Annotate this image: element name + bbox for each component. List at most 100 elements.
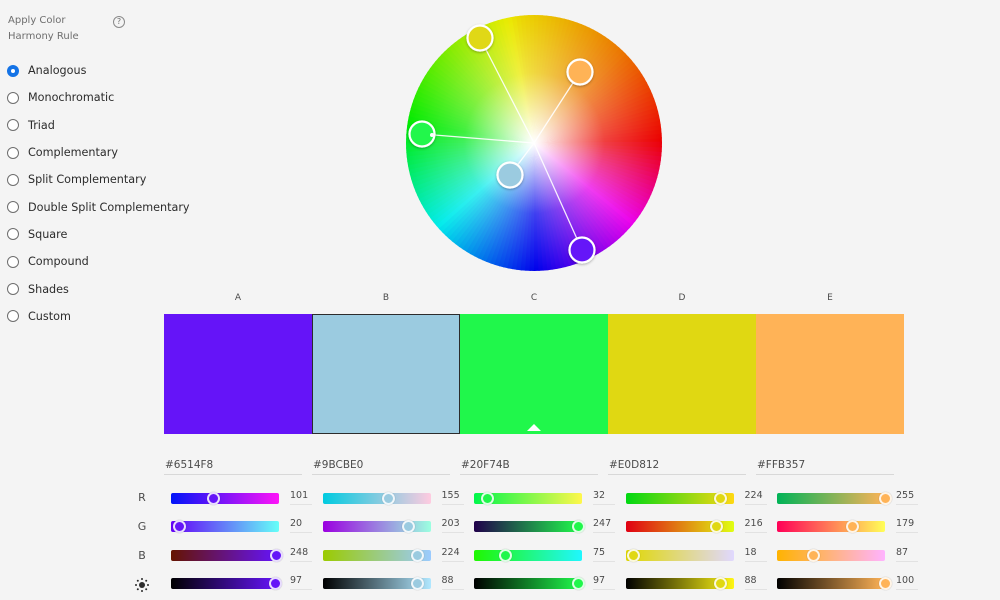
slider-track[interactable] <box>171 548 283 562</box>
slider-track[interactable] <box>474 520 586 534</box>
slider-value[interactable]: 88 <box>441 575 464 590</box>
slider-value[interactable]: 97 <box>593 575 615 590</box>
radio-unchecked[interactable] <box>7 173 19 186</box>
slider-track[interactable] <box>474 576 586 590</box>
slider-value[interactable]: 100 <box>896 575 918 590</box>
slider-thumb[interactable] <box>846 520 860 534</box>
swatch-c[interactable] <box>460 314 608 434</box>
slider-thumb[interactable] <box>269 548 283 562</box>
rule-option-shades[interactable]: Shades <box>7 275 190 302</box>
slider-value[interactable]: 224 <box>441 547 464 562</box>
slider-track[interactable] <box>625 492 734 505</box>
slider-track[interactable] <box>322 520 431 534</box>
radio-unchecked[interactable] <box>7 310 19 323</box>
hex-input-b[interactable] <box>312 456 450 475</box>
slider-value[interactable]: 248 <box>290 547 312 562</box>
slider-value[interactable]: 32 <box>593 491 615 505</box>
hex-input-c[interactable] <box>460 456 598 475</box>
slider-track[interactable] <box>625 520 734 534</box>
slider-value[interactable]: 88 <box>744 575 767 590</box>
swatch-a[interactable] <box>164 314 312 434</box>
slider-value[interactable]: 247 <box>593 519 615 534</box>
slider-value[interactable]: 216 <box>744 519 767 534</box>
slider-track[interactable] <box>777 576 892 590</box>
rule-option-square[interactable]: Square <box>7 221 190 248</box>
slider-value[interactable]: 97 <box>290 575 312 590</box>
hue-segment <box>534 143 572 271</box>
slider-track[interactable] <box>777 492 892 505</box>
wheel-handle-e[interactable] <box>566 58 594 86</box>
rule-option-analogous[interactable]: Analogous <box>7 57 190 84</box>
slider-track[interactable] <box>171 576 283 590</box>
slider-thumb[interactable] <box>807 548 821 562</box>
slider-thumb[interactable] <box>381 492 395 505</box>
slider-thumb[interactable] <box>572 520 586 534</box>
slider-thumb[interactable] <box>713 492 727 505</box>
slider-d-b: 18 <box>625 547 778 576</box>
radio-unchecked[interactable] <box>7 119 19 132</box>
slider-track[interactable] <box>322 576 431 590</box>
slider-thumb[interactable] <box>878 576 892 590</box>
slider-track[interactable] <box>777 520 885 534</box>
slider-track[interactable] <box>322 492 431 505</box>
slider-thumb[interactable] <box>410 548 424 562</box>
slider-thumb[interactable] <box>878 492 892 505</box>
radio-unchecked[interactable] <box>7 201 19 214</box>
rule-option-custom[interactable]: Custom <box>7 303 190 330</box>
rule-option-split-complementary[interactable]: Split Complementary <box>7 166 190 193</box>
slider-value[interactable]: 18 <box>744 547 767 562</box>
radio-checked[interactable] <box>7 64 19 77</box>
wheel-handle-d[interactable] <box>466 24 494 52</box>
slider-value[interactable]: 203 <box>441 519 464 534</box>
slider-value[interactable]: 155 <box>441 491 464 505</box>
slider-track[interactable] <box>474 548 582 562</box>
help-icon[interactable]: ? <box>113 16 125 28</box>
hue-segment <box>449 143 534 248</box>
swatch-d[interactable] <box>608 314 756 434</box>
radio-unchecked[interactable] <box>7 255 19 268</box>
hex-input-a[interactable] <box>164 456 302 475</box>
slider-thumb[interactable] <box>499 548 513 562</box>
hex-input-d[interactable] <box>608 456 746 475</box>
slider-thumb[interactable] <box>710 520 724 534</box>
slider-value[interactable]: 224 <box>744 491 767 505</box>
slider-thumb[interactable] <box>207 492 221 505</box>
wheel-handle-b[interactable] <box>496 161 524 189</box>
rule-option-monochromatic[interactable]: Monochromatic <box>7 84 190 111</box>
slider-track[interactable] <box>625 576 734 590</box>
slider-thumb[interactable] <box>714 576 728 590</box>
slider-thumb[interactable] <box>411 576 425 590</box>
swatch-b[interactable] <box>312 314 460 434</box>
slider-thumb[interactable] <box>572 576 586 590</box>
slider-value[interactable]: 75 <box>593 547 615 562</box>
slider-track[interactable] <box>625 548 734 562</box>
wheel-handle-c[interactable] <box>408 120 436 148</box>
rule-option-triad[interactable]: Triad <box>7 112 190 139</box>
radio-unchecked[interactable] <box>7 91 19 104</box>
rule-option-compound[interactable]: Compound <box>7 248 190 275</box>
slider-thumb[interactable] <box>401 520 415 534</box>
radio-unchecked[interactable] <box>7 146 19 159</box>
slider-track[interactable] <box>171 492 279 505</box>
slider-track[interactable] <box>777 548 885 562</box>
swatch-e[interactable] <box>756 314 904 434</box>
hex-input-e[interactable] <box>756 456 894 475</box>
wheel-handle-a[interactable] <box>568 236 596 264</box>
slider-track[interactable] <box>171 520 279 534</box>
slider-thumb[interactable] <box>626 548 640 562</box>
slider-value[interactable]: 179 <box>896 519 918 534</box>
slider-thumb[interactable] <box>481 492 495 505</box>
slider-value[interactable]: 20 <box>290 519 312 534</box>
slider-value[interactable]: 255 <box>896 491 918 505</box>
slider-value[interactable]: 101 <box>290 491 312 505</box>
radio-unchecked[interactable] <box>7 283 19 296</box>
rule-option-double-split-complementary[interactable]: Double Split Complementary <box>7 193 190 220</box>
rule-option-complementary[interactable]: Complementary <box>7 139 190 166</box>
radio-unchecked[interactable] <box>7 228 19 241</box>
slider-value[interactable]: 87 <box>896 547 918 562</box>
slider-thumb[interactable] <box>269 576 283 590</box>
harmony-line-d <box>479 37 535 144</box>
slider-thumb[interactable] <box>172 520 186 534</box>
slider-track[interactable] <box>474 492 582 505</box>
slider-track[interactable] <box>322 548 431 562</box>
